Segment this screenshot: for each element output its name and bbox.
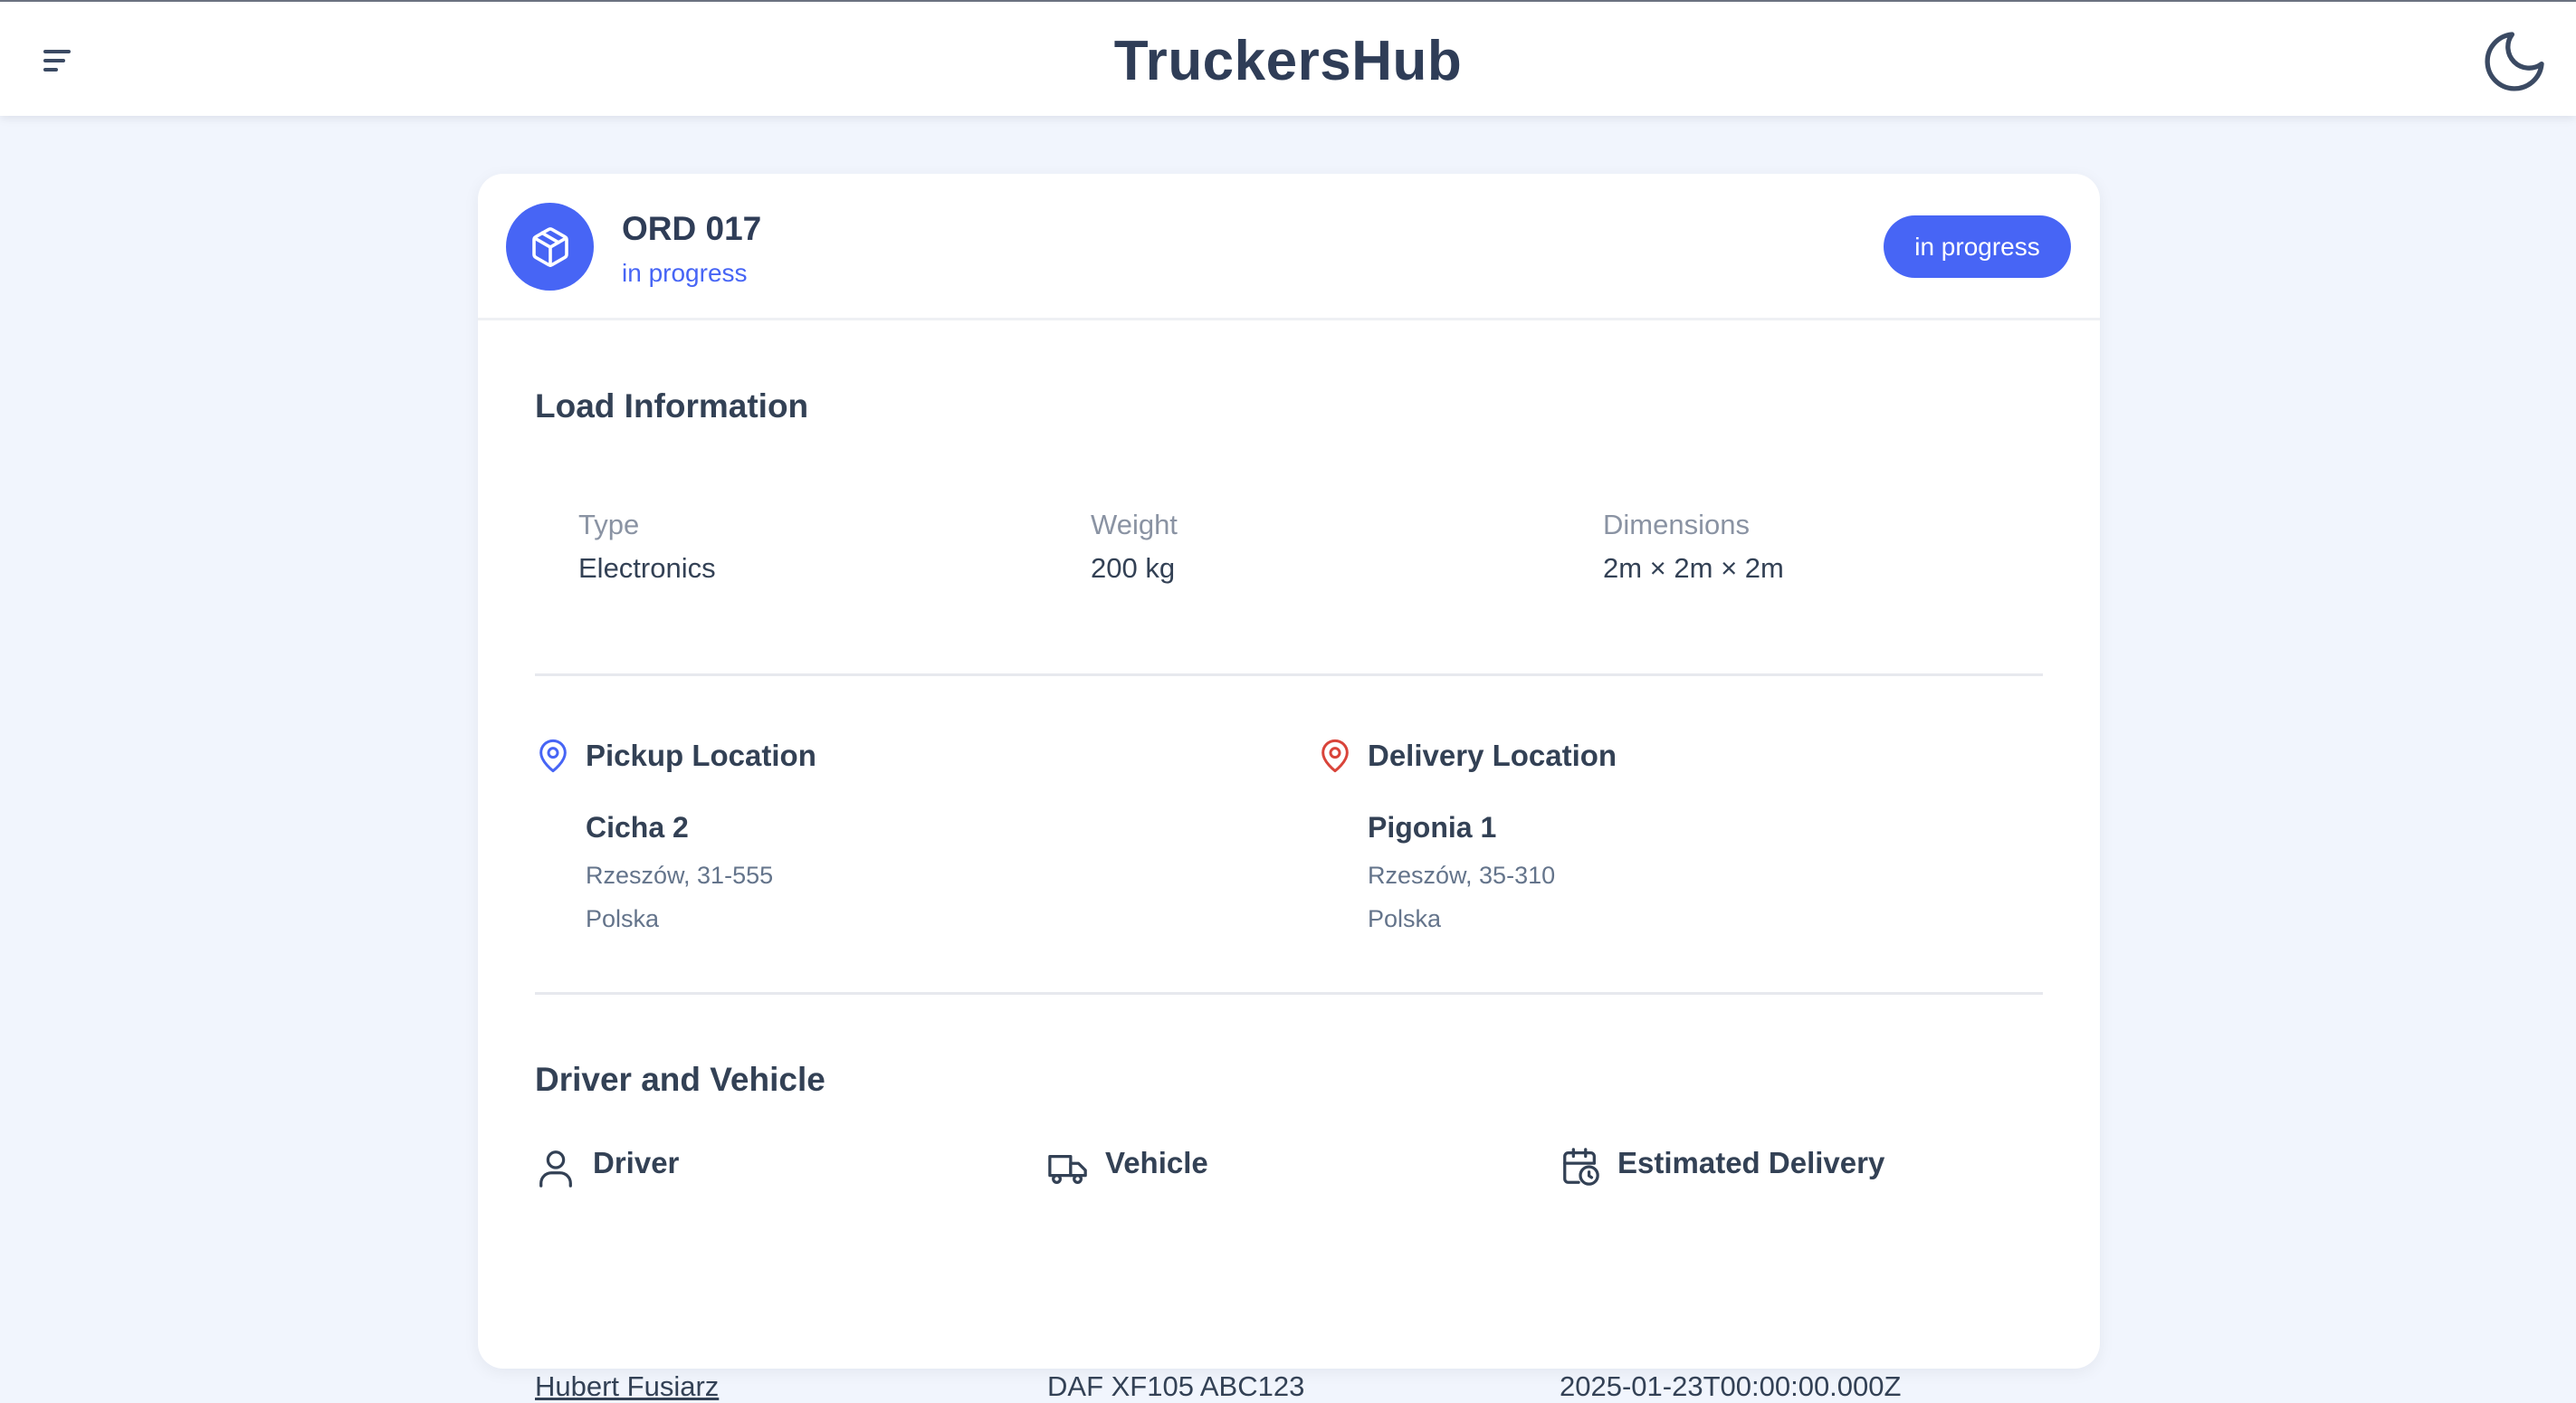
estimated-delivery-label: Estimated Delivery xyxy=(1617,1146,1885,1179)
driver-label: Driver xyxy=(593,1146,680,1179)
order-card: ORD 017 in progress in progress Load Inf… xyxy=(478,174,2100,1402)
pickup-street: Cicha 2 xyxy=(586,811,689,844)
moon-icon[interactable] xyxy=(2478,25,2551,98)
delivery-city: Rzeszów, 35-310 xyxy=(1368,862,1556,889)
calendar-clock-icon xyxy=(1560,1146,1601,1188)
vehicle-value: DAF XF105 ABC123 xyxy=(1047,1370,1305,1402)
weight-label: Weight xyxy=(1091,509,1178,540)
order-status-text: in progress xyxy=(622,259,748,287)
truck-icon xyxy=(1047,1148,1089,1189)
user-icon xyxy=(535,1148,577,1189)
driver-vehicle-title: Driver and Vehicle xyxy=(535,1061,825,1098)
delivery-location-heading: Delivery Location xyxy=(1368,739,1617,772)
package-icon xyxy=(506,203,594,291)
pickup-city: Rzeszów, 31-555 xyxy=(586,862,774,889)
status-badge: in progress xyxy=(1884,215,2071,278)
app-title: TruckersHub xyxy=(1113,30,1463,92)
map-pin-icon xyxy=(1317,735,1353,777)
delivery-country: Polska xyxy=(1368,905,1442,932)
top-bar: TruckersHub xyxy=(0,0,2576,116)
dimensions-label: Dimensions xyxy=(1603,509,1750,540)
delivery-street: Pigonia 1 xyxy=(1368,811,1497,844)
driver-name-link[interactable]: Hubert Fusiarz xyxy=(535,1370,719,1403)
pickup-location-heading: Pickup Location xyxy=(586,739,816,772)
estimated-delivery-value: 2025-01-23T00:00:00.000Z xyxy=(1560,1370,1902,1402)
vehicle-label: Vehicle xyxy=(1105,1146,1208,1179)
dimensions-value: 2m × 2m × 2m xyxy=(1603,552,1784,584)
pickup-country: Polska xyxy=(586,905,660,932)
order-id: ORD 017 xyxy=(622,210,762,247)
load-information-title: Load Information xyxy=(535,387,809,425)
section-divider xyxy=(535,673,2043,676)
order-header: ORD 017 in progress in progress xyxy=(478,174,2100,320)
section-divider xyxy=(535,992,2043,995)
map-pin-icon xyxy=(535,735,571,777)
weight-value: 200 kg xyxy=(1091,552,1176,584)
type-value: Electronics xyxy=(578,552,716,584)
type-label: Type xyxy=(578,509,640,540)
